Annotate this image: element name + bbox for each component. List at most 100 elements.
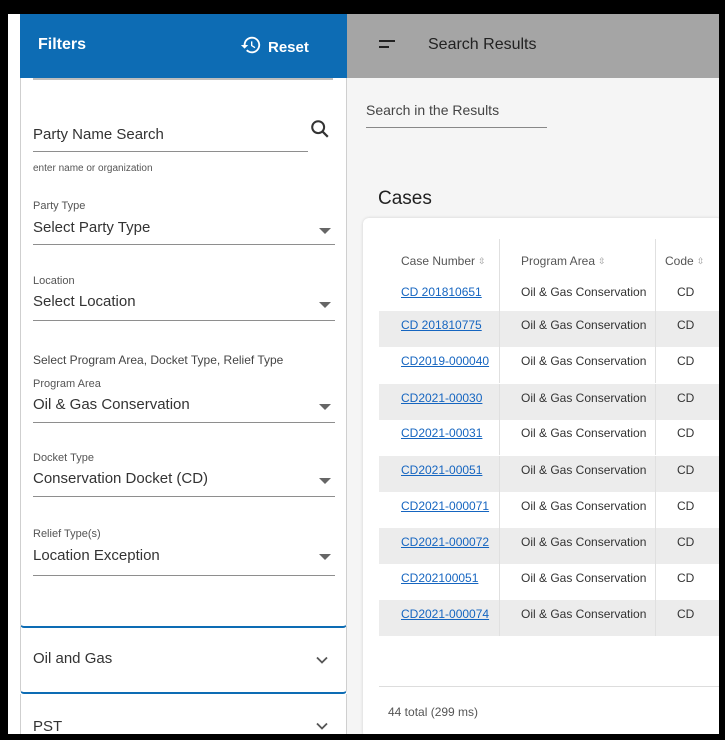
case-number-cell: CD2021-000071 [401,496,497,532]
code-cell: CD [677,318,695,332]
party-search-hint: enter name or organization [33,163,153,174]
column-header-code[interactable]: Code ⇳ [665,254,704,268]
accordion-label: PST [33,718,63,734]
column-divider [655,456,656,492]
case-number-link[interactable]: CD2021-000071 [401,499,489,513]
party-type-select[interactable]: Select Party Type [33,219,150,236]
table-row[interactable]: CD202100051 Oil & Gas Conservation CD [379,564,719,600]
relief-type-label: Relief Type(s) [33,528,101,540]
case-number-cell: CD2021-00031 [401,423,497,459]
program-area-cell: Oil & Gas Conservation [521,318,647,332]
accordion-oil-and-gas[interactable]: Oil and Gas [20,626,347,694]
party-type-underline [33,244,335,245]
table-row[interactable]: CD2021-000072 Oil & Gas Conservation CD [379,528,719,564]
column-divider [655,564,656,600]
column-divider [499,419,500,455]
code-cell: CD [677,354,695,368]
chevron-down-icon[interactable] [319,404,331,410]
case-number-cell: CD 201810775 [401,315,497,351]
case-number-link[interactable]: CD 201810775 [401,318,482,332]
column-header-program-area[interactable]: Program Area ⇳ [521,254,606,268]
column-divider [655,492,656,528]
table-header: Case Number ⇳ Program Area ⇳ Code ⇳ [363,239,719,299]
case-number-link[interactable]: CD202100051 [401,571,478,585]
hamburger-icon[interactable] [379,40,395,50]
accordion-label: Oil and Gas [33,650,113,667]
results-title: Search Results [428,36,537,53]
program-area-cell: Oil & Gas Conservation [521,426,647,440]
case-number-link[interactable]: CD2021-00051 [401,463,482,477]
code-cell: CD [677,463,695,477]
table-row[interactable]: CD2019-000040 Oil & Gas Conservation CD [379,347,719,383]
table-row[interactable]: CD 201810775 Oil & Gas Conservation CD [379,311,719,347]
party-name-search-input[interactable]: Party Name Search [33,126,164,143]
docket-type-underline [33,496,335,497]
column-divider [655,311,656,347]
docket-type-select[interactable]: Conservation Docket (CD) [33,470,208,487]
table-row[interactable]: CD2021-000074 Oil & Gas Conservation CD [379,600,719,636]
case-number-link[interactable]: CD2021-00031 [401,426,482,440]
results-header: Search Results [347,14,719,78]
relief-type-select[interactable]: Location Exception [33,547,160,564]
party-search-underline [33,151,308,152]
case-number-cell: CD2019-000040 [401,351,497,387]
sort-icon: ⇳ [598,255,606,266]
code-cell: CD [677,571,695,585]
case-number-link[interactable]: CD 201810651 [401,285,482,299]
chevron-down-icon[interactable] [319,302,331,308]
relief-type-underline [33,575,335,576]
location-label: Location [33,275,75,287]
chevron-down-icon[interactable] [319,228,331,234]
column-divider [655,528,656,564]
table-row[interactable]: CD2021-00031 Oil & Gas Conservation CD [379,419,719,455]
code-cell: CD [677,535,695,549]
table-row[interactable]: CD2021-00051 Oil & Gas Conservation CD [379,456,719,492]
column-divider [499,278,500,314]
sort-icon: ⇳ [696,255,705,266]
case-number-cell: CD202100051 [401,568,497,604]
program-area-cell: Oil & Gas Conservation [521,571,647,585]
filters-body: Party Name Search enter name or organiza… [20,78,347,628]
case-number-cell: CD2021-00051 [401,460,497,496]
code-cell: CD [677,607,695,621]
location-select[interactable]: Select Location [33,293,136,310]
results-search-input[interactable]: Search in the Results [366,102,499,118]
table-footer-divider [379,686,719,687]
column-header-case-number[interactable]: Case Number ⇳ [401,254,486,268]
search-icon[interactable] [309,118,331,140]
program-area-select[interactable]: Oil & Gas Conservation [33,396,190,413]
program-area-cell: Oil & Gas Conservation [521,607,647,621]
column-divider [499,456,500,492]
reset-button[interactable]: Reset [240,34,309,60]
chevron-down-icon[interactable] [319,554,331,560]
results-body: Search in the Results Cases Case Number ⇳… [347,78,719,734]
chevron-down-icon [316,722,328,730]
program-area-underline [33,422,335,423]
table-row[interactable]: CD2021-00030 Oil & Gas Conservation CD [379,384,719,420]
table-row[interactable]: CD2021-000071 Oil & Gas Conservation CD [379,492,719,528]
program-filter-note: Select Program Area, Docket Type, Relief… [33,353,284,367]
code-cell: CD [677,426,695,440]
app-frame: Filters Reset Party Name Search enter na… [8,14,719,734]
column-divider [655,347,656,383]
program-area-cell: Oil & Gas Conservation [521,354,647,368]
case-number-link[interactable]: CD2021-000072 [401,535,489,549]
chevron-down-icon[interactable] [319,478,331,484]
column-divider [499,600,500,636]
case-number-link[interactable]: CD2021-00030 [401,391,482,405]
table-row[interactable]: CD 201810651 Oil & Gas Conservation CD [379,278,719,314]
cases-title: Cases [378,188,432,209]
case-number-link[interactable]: CD2021-000074 [401,607,489,621]
filters-title: Filters [38,36,87,53]
case-number-link[interactable]: CD2019-000040 [401,354,489,368]
column-divider [655,419,656,455]
program-area-cell: Oil & Gas Conservation [521,499,647,513]
location-underline [33,320,335,321]
reset-icon [240,34,262,60]
column-divider [499,528,500,564]
accordion-pst[interactable]: PST [20,694,347,734]
column-divider [499,564,500,600]
results-search-underline [366,127,547,128]
table-footer-count: 44 total (299 ms) [388,705,479,719]
reset-label: Reset [268,38,309,56]
